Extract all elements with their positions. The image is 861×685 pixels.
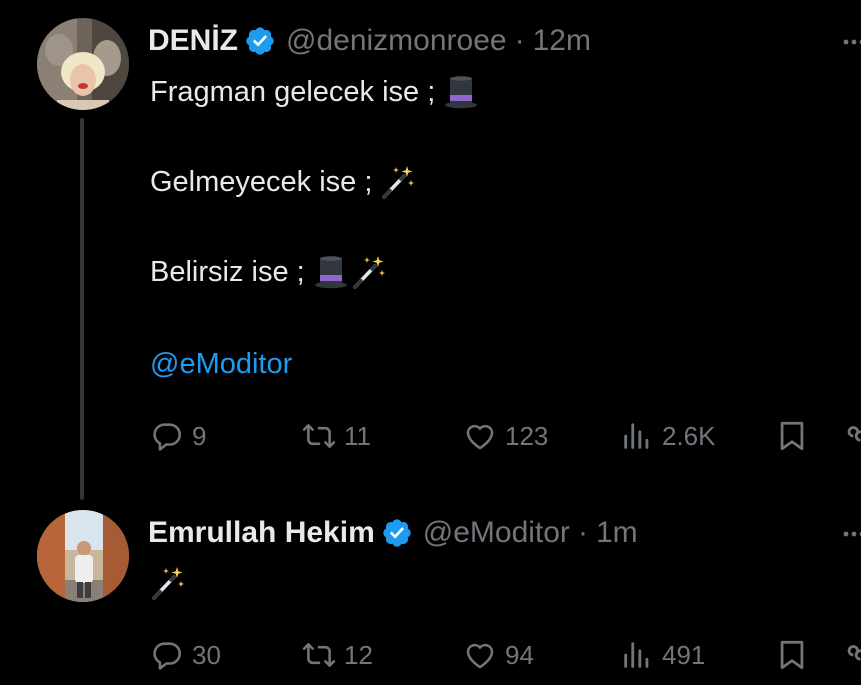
tweet-header: DENİZ @denizmonroee · 12m — [148, 23, 591, 59]
tweet-actions: 30 12 94 491 — [0, 633, 861, 677]
tweet-text-line: Belirsiz ise ; — [150, 254, 387, 290]
author-handle[interactable]: @eModitor — [423, 515, 570, 551]
top-hat-icon — [313, 254, 349, 290]
magic-wand-icon — [150, 565, 186, 601]
reply-count: 9 — [192, 420, 207, 451]
reply-icon — [150, 419, 184, 453]
retweet-icon — [302, 638, 336, 672]
views-icon — [620, 419, 654, 453]
reply-button[interactable]: 30 — [150, 633, 221, 677]
verified-badge-icon — [244, 25, 276, 57]
tweet-text: Belirsiz ise ; — [150, 256, 305, 288]
author-name[interactable]: Emrullah Hekim — [148, 515, 375, 551]
like-button[interactable]: 123 — [463, 414, 548, 458]
separator-dot: · — [514, 24, 525, 57]
bookmark-icon — [775, 638, 809, 672]
separator-dot: · — [577, 516, 588, 549]
like-button[interactable]: 94 — [463, 633, 534, 677]
retweet-count: 11 — [344, 420, 371, 451]
verified-badge-icon — [381, 517, 413, 549]
reply-button[interactable]: 9 — [150, 414, 206, 458]
tweet-text-line — [150, 565, 186, 601]
views-button[interactable]: 491 — [620, 633, 705, 677]
bookmark-button[interactable] — [775, 414, 809, 458]
top-hat-icon — [443, 74, 479, 110]
heart-icon — [463, 638, 497, 672]
tweet-text-line: @eModitor — [150, 346, 292, 382]
retweet-button[interactable]: 12 — [302, 633, 373, 677]
retweet-icon — [302, 419, 336, 453]
heart-icon — [463, 419, 497, 453]
share-button[interactable] — [842, 633, 861, 677]
tweet-text-line: Fragman gelecek ise ; — [150, 74, 479, 110]
tweet-text: Fragman gelecek ise ; — [150, 76, 436, 108]
reply-count: 30 — [192, 639, 221, 670]
magic-wand-icon — [351, 254, 387, 290]
tweet-header: Emrullah Hekim @eModitor · 1m — [148, 515, 638, 551]
avatar-emrullah[interactable] — [37, 510, 129, 602]
more-options-icon[interactable] — [843, 37, 861, 47]
reply-icon — [150, 638, 184, 672]
views-count: 2.6K — [662, 420, 716, 451]
share-icon — [847, 645, 861, 661]
author-handle[interactable]: @denizmonroee — [286, 23, 507, 59]
magic-wand-icon — [380, 164, 416, 200]
tweet-timestamp[interactable]: 1m — [596, 515, 638, 551]
views-count: 491 — [662, 639, 706, 670]
like-count: 123 — [505, 420, 549, 451]
share-icon — [847, 426, 861, 442]
mention-link[interactable]: @eModitor — [150, 346, 292, 382]
tweet-timestamp[interactable]: 12m — [533, 23, 591, 59]
retweet-button[interactable]: 11 — [302, 414, 371, 458]
tweet-text-line: Gelmeyecek ise ; — [150, 164, 416, 200]
avatar-deniz[interactable] — [37, 18, 129, 110]
views-button[interactable]: 2.6K — [620, 414, 716, 458]
share-button[interactable] — [842, 414, 861, 458]
tweet-actions: 9 11 123 2.6K — [0, 414, 861, 458]
like-count: 94 — [505, 639, 534, 670]
author-name[interactable]: DENİZ — [148, 23, 238, 59]
views-icon — [620, 638, 654, 672]
tweet-text: Gelmeyecek ise ; — [150, 166, 373, 198]
more-options-icon[interactable] — [843, 529, 861, 539]
bookmark-icon — [775, 419, 809, 453]
retweet-count: 12 — [344, 639, 373, 670]
bookmark-button[interactable] — [775, 633, 809, 677]
